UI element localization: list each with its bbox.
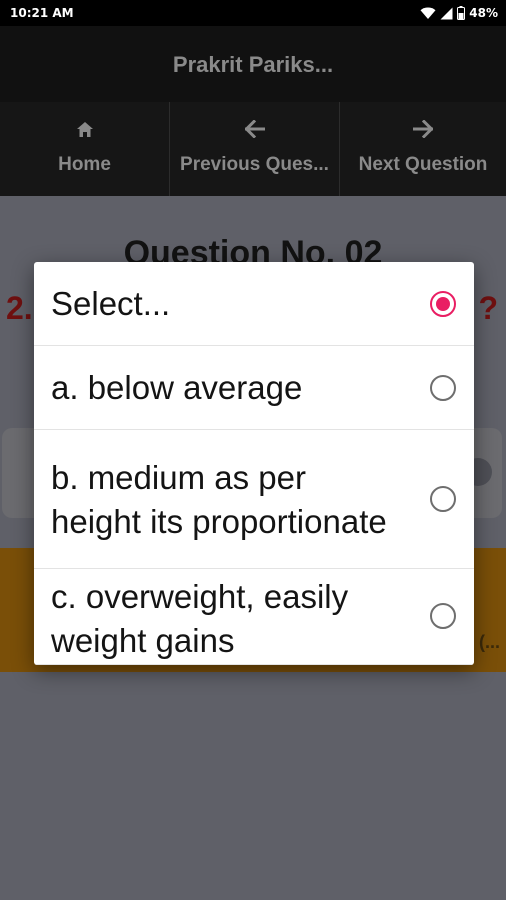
battery-percent: 48% xyxy=(469,6,498,20)
nav-next-question-label: Next Question xyxy=(358,154,488,175)
arrow-right-icon xyxy=(413,118,433,140)
status-icons: 48% xyxy=(420,5,498,21)
option-label: b. medium as per height its proportionat… xyxy=(51,459,387,540)
option-b[interactable]: b. medium as per height its proportionat… xyxy=(34,430,474,569)
radio-a[interactable] xyxy=(430,375,456,401)
wifi-icon xyxy=(420,7,436,19)
option-label: c. overweight, easily weight gains xyxy=(51,578,349,659)
option-c[interactable]: c. overweight, easily weight gains xyxy=(34,569,474,665)
radio-c[interactable] xyxy=(430,603,456,629)
status-bar: 10:21 AM 48% xyxy=(0,0,506,26)
option-label: Select... xyxy=(51,285,171,322)
nav-home-button[interactable]: Home xyxy=(0,102,170,196)
radio-select[interactable] xyxy=(430,291,456,317)
nav-bar: Home Previous Ques... Next Question xyxy=(0,102,506,196)
info-panel-ellipsis: (... xyxy=(479,632,500,652)
radio-b[interactable] xyxy=(430,486,456,512)
home-icon xyxy=(76,118,94,140)
question-mark: ? xyxy=(478,290,498,326)
nav-next-question-button[interactable]: Next Question xyxy=(340,102,506,196)
app-title: Prakrit Pariks... xyxy=(172,52,334,77)
battery-icon xyxy=(457,6,466,20)
nav-previous-question-label: Previous Ques... xyxy=(180,154,329,175)
option-select[interactable]: Select... xyxy=(34,262,474,346)
app-bar: Prakrit Pariks... xyxy=(0,26,506,102)
arrow-left-icon xyxy=(244,118,265,140)
signal-icon xyxy=(440,7,453,19)
status-time: 10:21 AM xyxy=(10,6,74,20)
select-dialog: Select... a. below average b. medium as … xyxy=(34,262,474,665)
option-a[interactable]: a. below average xyxy=(34,346,474,430)
nav-previous-question-button[interactable]: Previous Ques... xyxy=(170,102,340,196)
nav-home-label: Home xyxy=(58,154,111,175)
option-label: a. below average xyxy=(51,369,303,406)
question-number: 2. xyxy=(6,290,33,326)
